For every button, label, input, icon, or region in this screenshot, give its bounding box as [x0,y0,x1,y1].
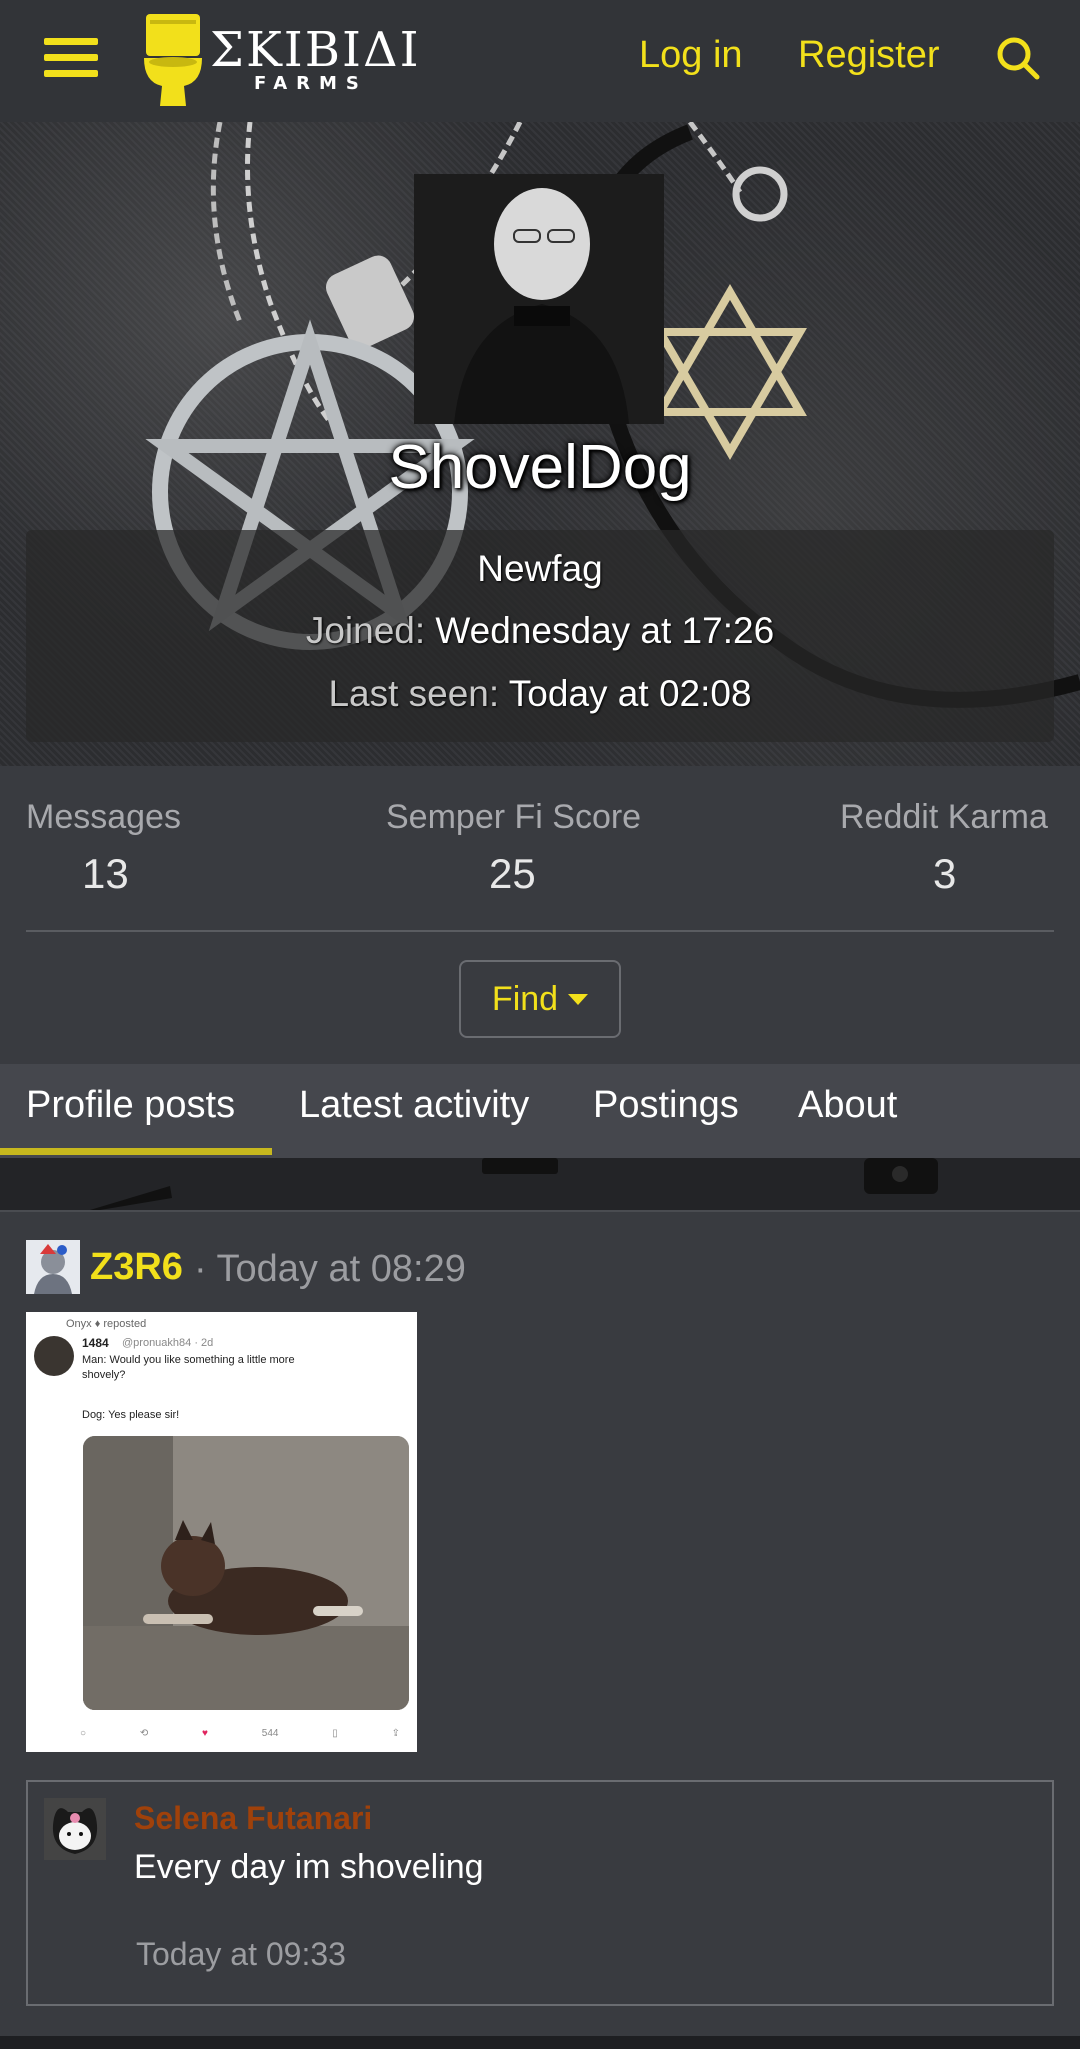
tweet-avatar [34,1336,74,1376]
background-strip [0,1158,1080,1210]
tweet-handle: @pronuakh84 · 2d [122,1337,214,1349]
profile-tabs: Profile posts Latest activity Postings A… [0,1064,1080,1158]
toilet-logo-icon [144,12,202,108]
site-logo[interactable]: ΣKIBIΔI FARMS [144,10,419,110]
menu-icon[interactable] [40,32,102,84]
stats-divider [26,930,1054,932]
tweet-action-bar: ○ ⟲ ♥ 544 ▯ ⇪ [80,1728,400,1739]
like-icon: ♥ [202,1728,208,1739]
profile-stats: Messages 13 Semper Fi Score 25 Reddit Ka… [0,766,1080,1066]
top-navigation-bar: ΣKIBIΔI FARMS Log in Register [0,0,1080,122]
semper-fi-score-value: 25 [489,850,536,897]
user-title: Newfag [477,548,603,589]
last-seen-value: Today at 02:08 [508,673,752,714]
profile-avatar[interactable] [414,174,664,424]
joined-value: Wednesday at 17:26 [435,610,775,651]
dog-photo [83,1436,409,1710]
bottom-strip [0,2036,1080,2049]
caret-down-icon [568,993,589,1005]
find-label: Find [491,979,559,1018]
active-tab-indicator [0,1148,272,1155]
post-author-name[interactable]: Z3R6 [90,1246,183,1289]
last-seen-row: Last seen: Today at 02:08 [26,673,1054,715]
comment-author-name[interactable]: Selena Futanari [134,1800,372,1837]
tweet-line-1: Man: Would you like something a little m… [82,1354,295,1366]
post-timestamp[interactable]: · Today at 08:29 [194,1248,466,1291]
login-link[interactable]: Log in [639,34,743,77]
views-count: 544 [261,1728,279,1739]
profile-post: Z3R6 · Today at 08:29 Onyx ♦ reposted 14… [0,1210,1080,2036]
tab-postings[interactable]: Postings [593,1084,739,1127]
tab-latest-activity[interactable]: Latest activity [299,1084,529,1127]
logo-subtitle: FARMS [254,73,368,94]
profile-info-box: Newfag Joined: Wednesday at 17:26 Last s… [26,530,1054,742]
post-separator: · [194,1248,207,1290]
comment-timestamp[interactable]: Today at 09:33 [136,1936,346,1973]
register-link[interactable]: Register [798,34,940,77]
tab-about[interactable]: About [798,1084,897,1127]
repost-label: Onyx ♦ reposted [66,1318,147,1330]
joined-label: Joined: [305,610,426,651]
profile-post-comment: Selena Futanari Every day im shoveling T… [26,1780,1054,2006]
semper-fi-score-label: Semper Fi Score [386,798,642,836]
messages-value[interactable]: 13 [82,850,129,898]
profile-page: ΣKIBIΔI FARMS Log in Register ShovelDog … [0,0,1080,2049]
tweet-line-2: shovely? [82,1369,126,1381]
last-seen-label: Last seen: [328,673,500,714]
search-icon[interactable] [996,36,1040,80]
post-attachment-image[interactable]: Onyx ♦ reposted 1484 @pronuakh84 · 2d Ma… [26,1312,417,1752]
reddit-karma-value: 3 [933,850,957,897]
reddit-karma-label: Reddit Karma [840,798,1048,836]
repost-icon: ⟲ [139,1728,149,1739]
profile-username: ShovelDog [388,433,692,502]
tweet-line-3: Dog: Yes please sir! [82,1409,180,1421]
profile-banner: ShovelDog Newfag Joined: Wednesday at 17… [0,122,1080,766]
tab-profile-posts[interactable]: Profile posts [26,1084,235,1127]
post-author-avatar[interactable] [26,1240,80,1294]
reply-icon: ○ [80,1728,87,1739]
logo-wordmark: ΣKIBIΔI [210,22,421,78]
post-time-text: Today at 08:29 [216,1248,466,1290]
messages-label: Messages [26,798,181,836]
bookmark-icon: ▯ [332,1728,338,1739]
tweet-author-name: 1484 [82,1336,109,1350]
find-dropdown-button[interactable]: Find [459,960,621,1038]
comment-text: Every day im shoveling [134,1848,484,1886]
comment-author-avatar[interactable] [44,1798,106,1860]
joined-row: Joined: Wednesday at 17:26 [26,610,1054,652]
share-icon: ⇪ [391,1728,400,1739]
